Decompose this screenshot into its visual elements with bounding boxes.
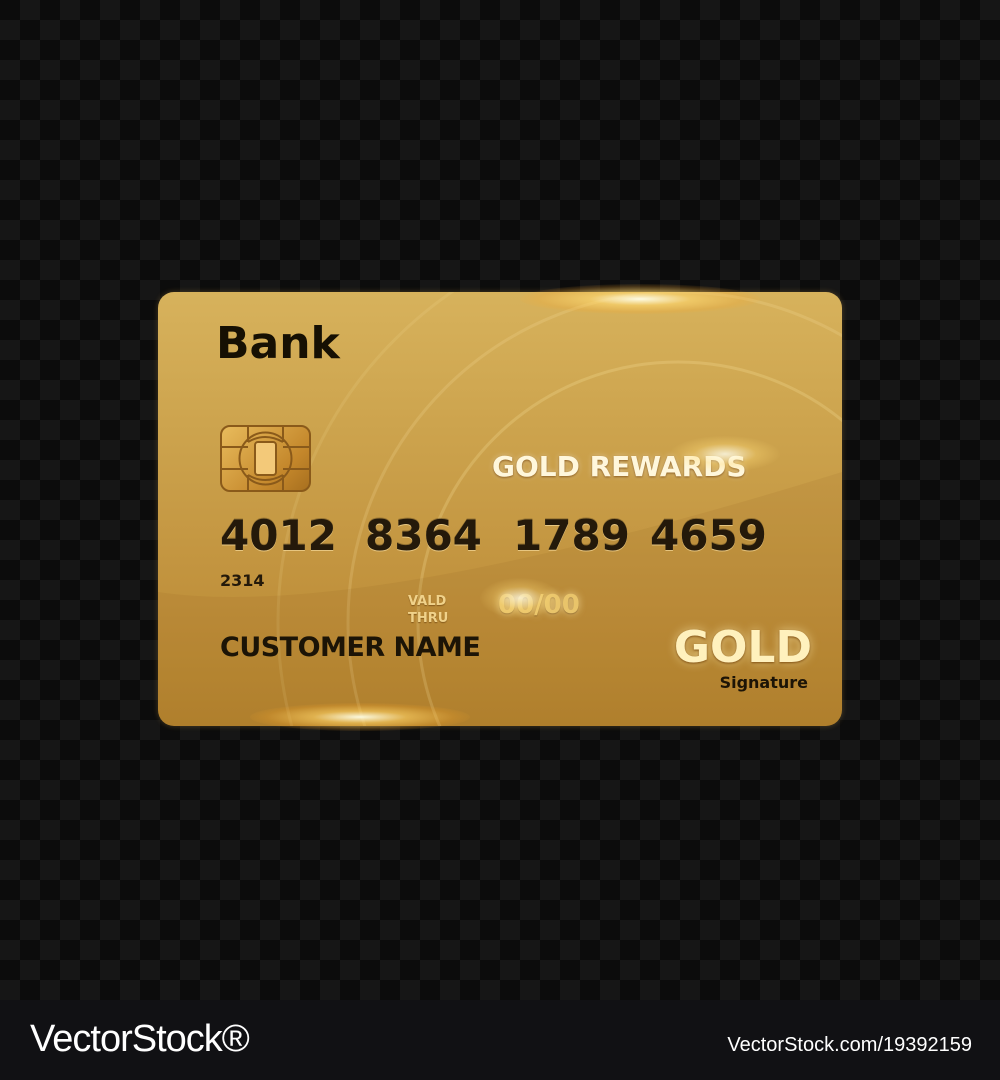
card-number-group-2: 8364 — [365, 511, 482, 560]
credit-card: Bank GOLD REWARDS 4012 8364 1789 4659 23… — [158, 292, 842, 726]
tier-logo: GOLD — [673, 622, 812, 673]
rewards-label: GOLD REWARDS — [492, 450, 747, 483]
watermark-logo: VectorStock® — [30, 1018, 250, 1060]
bank-name: Bank — [216, 318, 340, 369]
watermark-image-id: VectorStock.com/19392159 — [727, 1034, 972, 1056]
tier-subtitle: Signature — [719, 673, 808, 692]
valid-thru-line-1: VALD — [408, 594, 447, 609]
expiry-date: 00/00 — [498, 590, 580, 620]
chip-icon — [220, 425, 311, 492]
customer-name: CUSTOMER NAME — [220, 632, 481, 663]
valid-thru-line-2: THRU — [408, 611, 449, 626]
card-code: 2314 — [220, 571, 265, 590]
card-number-group-4: 4659 — [650, 511, 767, 560]
valid-thru-label: VALD THRU — [408, 593, 448, 627]
card-number-group-1: 4012 — [220, 511, 337, 560]
card-number-group-3: 1789 — [513, 511, 630, 560]
